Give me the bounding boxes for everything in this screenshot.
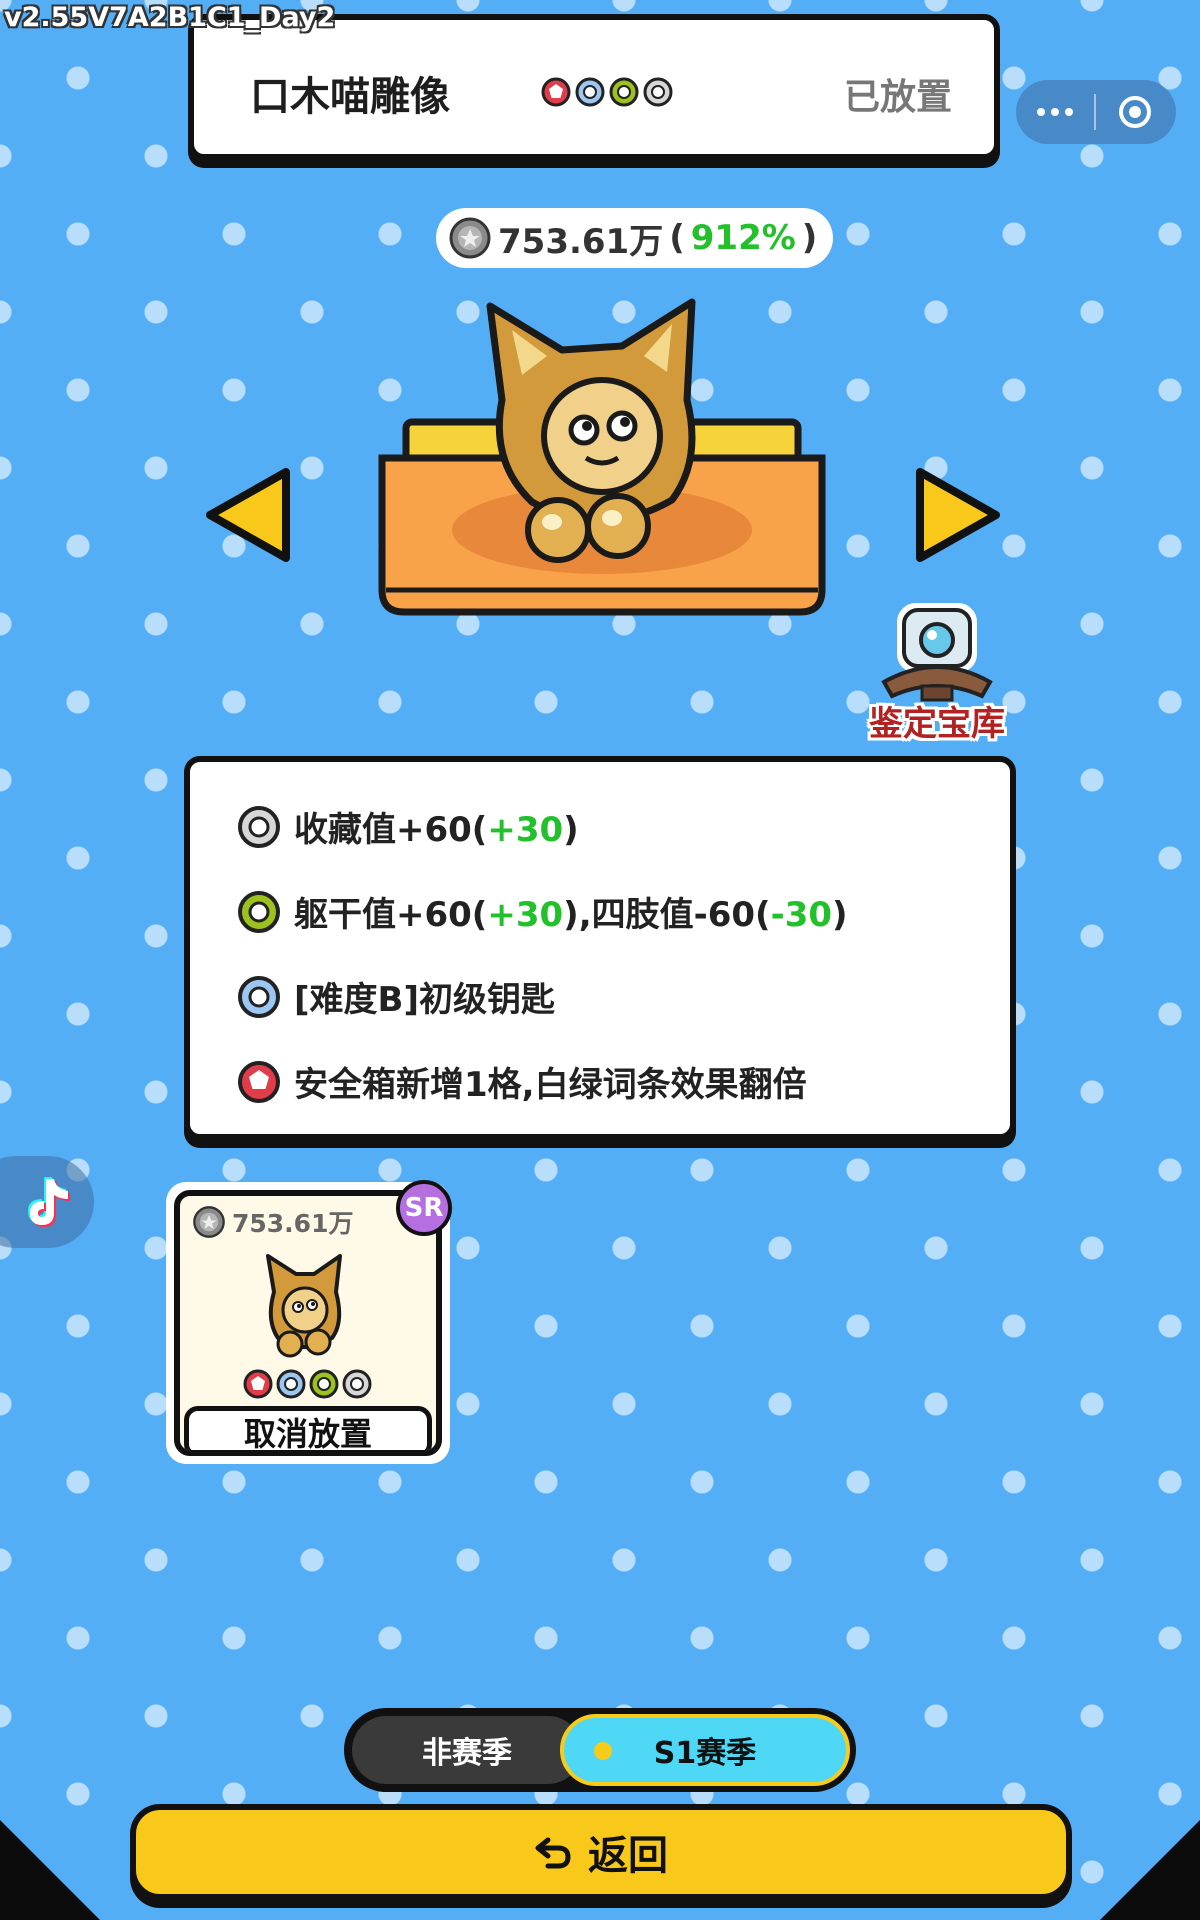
vault-label[interactable]: 鉴定宝库 <box>862 696 1012 745</box>
effect-text: ),四肢值-60( <box>563 895 771 935</box>
red-pentagon-icon <box>243 1369 273 1399</box>
coin-icon <box>193 1206 225 1238</box>
green-ring-icon <box>609 77 639 107</box>
value-amount: 753.61万 <box>498 221 664 262</box>
card-value: 753.61万 <box>192 1204 353 1240</box>
item-header-card: 口木喵雕像 已放置 <box>188 14 1000 160</box>
effect-text: 躯干值+60( <box>294 895 488 935</box>
effect-bonus: -30 <box>770 895 833 935</box>
effect-text: ) <box>832 895 848 935</box>
white-ring-icon <box>342 1369 372 1399</box>
corner-decoration <box>1100 1820 1200 1920</box>
tiktok-icon <box>28 1177 70 1227</box>
effect-text: ) <box>563 810 579 850</box>
item-card-body: 753.61万 取消放置 <box>174 1190 442 1456</box>
green-ring-icon <box>238 890 280 933</box>
card-attribute-dots <box>242 1368 373 1400</box>
statue-thumbnail <box>266 1254 342 1358</box>
effects-card: 收藏值+60(+30) 躯干值+60(+30),四肢值-60(-30) [难度B… <box>184 756 1016 1140</box>
cancel-placement-button[interactable]: 取消放置 <box>184 1406 432 1450</box>
effect-text: [难度B]初级钥匙 <box>294 980 555 1020</box>
effect-text: 收藏值+60( <box>294 810 488 850</box>
close-miniprogram-button[interactable] <box>1096 80 1174 144</box>
version-label: v2.55V7A2B1C1_Day2 <box>4 2 336 33</box>
more-options-button[interactable] <box>1016 80 1094 144</box>
red-pentagon-icon <box>238 1060 280 1103</box>
back-label: 返回 <box>588 1833 668 1879</box>
blue-ring-icon <box>575 77 605 107</box>
tiktok-button[interactable] <box>0 1156 94 1248</box>
placed-status: 已放置 <box>843 77 952 118</box>
back-button[interactable]: 返回 <box>130 1804 1072 1900</box>
value-open-paren: ( <box>669 218 685 258</box>
corner-decoration <box>0 1820 100 1920</box>
return-arrow-icon <box>535 1837 571 1869</box>
s1-season-tab[interactable]: S1赛季 <box>560 1714 850 1786</box>
s1-season-label: S1赛季 <box>653 1736 757 1771</box>
effect-text: 安全箱新增1格,白绿词条效果翻倍 <box>294 1065 807 1105</box>
item-name: 口木喵雕像 <box>250 74 450 120</box>
effect-row: 躯干值+60(+30),四肢值-60(-30) <box>236 887 848 936</box>
effect-row: 收藏值+60(+30) <box>236 802 579 851</box>
value-close-paren: ) <box>801 218 818 258</box>
coin-icon <box>449 217 491 259</box>
green-ring-icon <box>309 1369 339 1399</box>
item-value-pill: 753.61万(912%) <box>436 208 834 268</box>
season-toggle: 非赛季 S1赛季 <box>344 1708 856 1792</box>
statue-showcase <box>378 298 826 616</box>
miniprogram-capsule <box>1016 80 1176 144</box>
effect-row: 安全箱新增1格,白绿词条效果翻倍 <box>236 1057 807 1106</box>
red-pentagon-icon <box>541 77 571 107</box>
blue-ring-icon <box>238 975 280 1018</box>
effect-row: [难度B]初级钥匙 <box>236 972 555 1021</box>
blue-ring-icon <box>276 1369 306 1399</box>
white-ring-icon <box>238 805 280 848</box>
more-dots-icon <box>1037 108 1073 116</box>
card-value-amount: 753.61万 <box>232 1209 354 1238</box>
non-season-tab[interactable]: 非赛季 <box>352 1716 582 1784</box>
previous-arrow-icon[interactable] <box>200 460 300 570</box>
effect-bonus: +30 <box>487 895 564 935</box>
active-indicator-dot <box>594 1742 612 1760</box>
next-arrow-icon[interactable] <box>906 460 1006 570</box>
rarity-badge: SR <box>396 1180 452 1236</box>
attribute-dots <box>540 76 674 108</box>
target-close-icon <box>1119 96 1151 128</box>
effect-bonus: +30 <box>487 810 564 850</box>
value-percent: 912% <box>690 218 796 258</box>
white-ring-icon <box>643 77 673 107</box>
